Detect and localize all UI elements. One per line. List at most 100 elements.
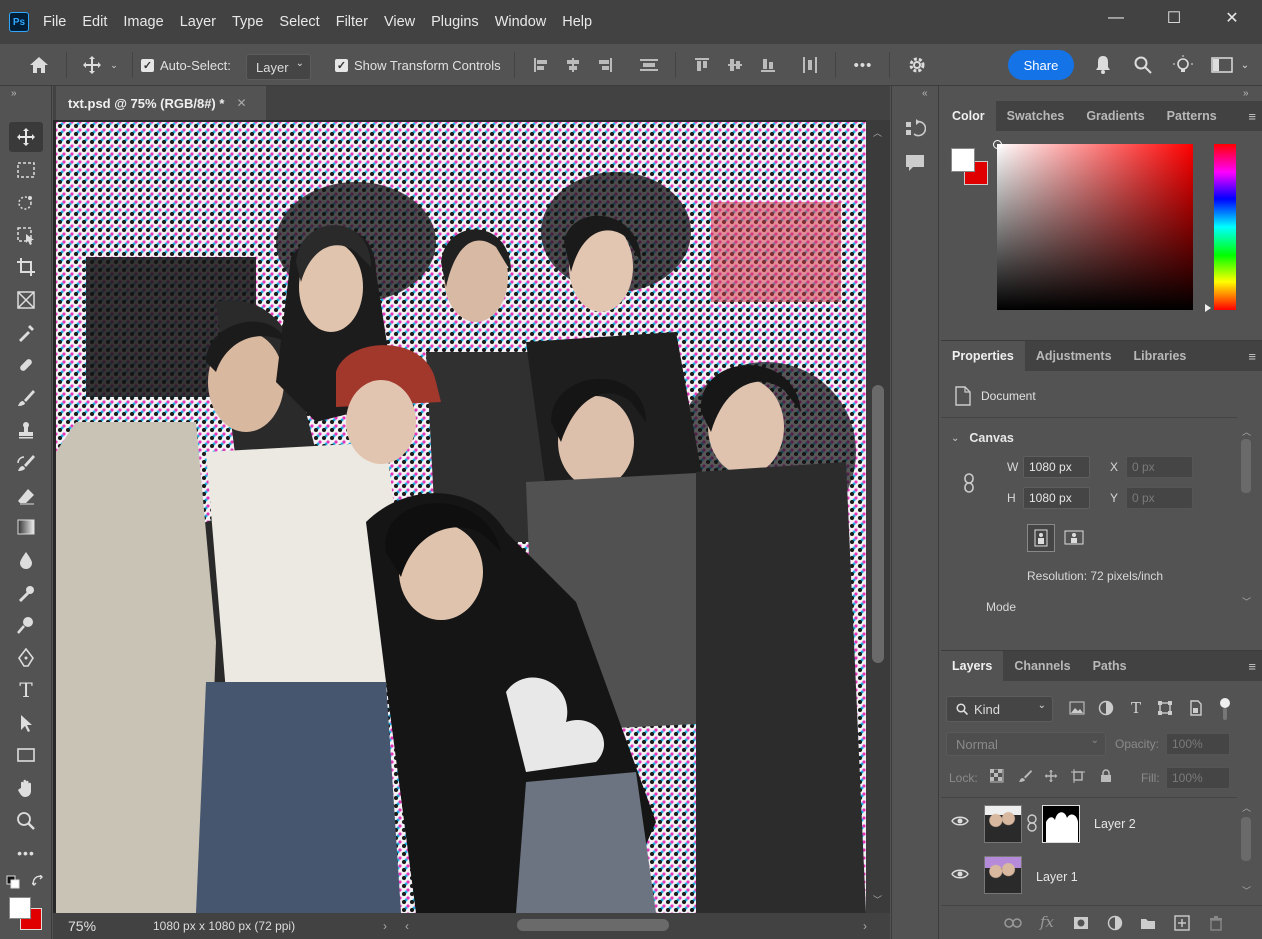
align-right-button[interactable]	[595, 55, 615, 75]
align-middle-button[interactable]	[725, 55, 745, 75]
filter-adjustment-button[interactable]	[1097, 699, 1115, 717]
new-group-button[interactable]	[1138, 914, 1158, 932]
eye-icon[interactable]	[951, 868, 969, 883]
align-center-button[interactable]	[563, 55, 583, 75]
horizontal-scroll-thumb[interactable]	[517, 919, 669, 931]
menu-select[interactable]: Select	[271, 0, 327, 44]
layer-filter-dropdown[interactable]: Kind ⌄	[946, 696, 1053, 722]
properties-scrollbar[interactable]: ︿ ﹀	[1237, 423, 1262, 613]
history-panel-button[interactable]	[904, 118, 927, 143]
tab-gradients[interactable]: Gradients	[1075, 101, 1155, 131]
frame-tool[interactable]	[9, 285, 43, 315]
crop-tool[interactable]	[9, 252, 43, 282]
new-layer-button[interactable]	[1172, 914, 1192, 932]
type-tool[interactable]: T	[9, 675, 43, 705]
align-left-button[interactable]	[531, 55, 551, 75]
pen-tool[interactable]	[9, 643, 43, 673]
dodge-burn-tool[interactable]	[9, 578, 43, 608]
dodge-tool[interactable]	[9, 610, 43, 640]
default-colors-controls[interactable]	[6, 875, 46, 893]
clone-stamp-tool[interactable]	[9, 415, 43, 445]
portrait-orientation-button[interactable]	[1027, 524, 1055, 552]
layer-thumbnail[interactable]	[984, 856, 1022, 894]
filter-type-button[interactable]: T	[1127, 699, 1145, 717]
filter-smart-object-button[interactable]	[1187, 699, 1205, 717]
healing-brush-tool[interactable]	[9, 350, 43, 380]
vertical-scroll-thumb[interactable]	[872, 385, 884, 663]
path-selection-tool[interactable]	[9, 708, 43, 738]
saturation-brightness-field[interactable]	[993, 140, 1193, 310]
foreground-color-swatch[interactable]	[9, 897, 31, 919]
menu-plugins[interactable]: Plugins	[423, 0, 487, 44]
filter-toggle-switch[interactable]	[1219, 696, 1231, 722]
layer-name[interactable]: Layer 1	[1036, 870, 1078, 884]
search-button[interactable]	[1132, 53, 1154, 77]
foreground-color-swatch[interactable]	[951, 148, 975, 172]
align-top-button[interactable]	[692, 55, 712, 75]
scroll-up-icon[interactable]: ︿	[1242, 425, 1251, 438]
tab-libraries[interactable]: Libraries	[1123, 341, 1198, 371]
canvas-height-input[interactable]: 1080 px	[1023, 487, 1090, 509]
auto-select-checkbox[interactable]: ✓ Auto-Select:	[141, 58, 231, 73]
panel-menu-icon[interactable]: ≡	[1248, 349, 1256, 364]
eye-icon[interactable]	[951, 815, 969, 830]
tab-properties[interactable]: Properties	[941, 341, 1025, 371]
maximize-button[interactable]: ☐	[1146, 0, 1202, 36]
menu-type[interactable]: Type	[224, 0, 271, 44]
add-mask-button[interactable]	[1071, 914, 1091, 932]
canvas-x-input[interactable]: 0 px	[1126, 456, 1193, 478]
home-button[interactable]	[24, 52, 54, 78]
color-swatches[interactable]	[9, 897, 43, 931]
menu-view[interactable]: View	[376, 0, 423, 44]
menu-layer[interactable]: Layer	[172, 0, 224, 44]
discover-button[interactable]	[1172, 53, 1194, 77]
close-button[interactable]: ✕	[1204, 0, 1260, 36]
collapse-panels-icon[interactable]: »	[1243, 88, 1249, 99]
tab-patterns[interactable]: Patterns	[1156, 101, 1228, 131]
lock-all-button[interactable]	[1098, 768, 1114, 784]
scroll-down-icon[interactable]: ﹀	[1242, 884, 1251, 897]
layer-name[interactable]: Layer 2	[1094, 817, 1136, 831]
tab-color[interactable]: Color	[941, 101, 996, 131]
hue-slider[interactable]	[1205, 144, 1236, 312]
move-tool-preset-button[interactable]: ⌄	[76, 52, 124, 78]
lock-position-button[interactable]	[1043, 768, 1059, 784]
gradient-tool[interactable]	[9, 512, 43, 542]
scroll-left-icon[interactable]: ‹	[405, 919, 409, 933]
hand-tool[interactable]	[9, 773, 43, 803]
document-image[interactable]	[56, 122, 866, 913]
canvas-width-input[interactable]: 1080 px	[1023, 456, 1090, 478]
menu-filter[interactable]: Filter	[328, 0, 376, 44]
link-layers-button[interactable]	[1003, 914, 1023, 932]
object-select-tool[interactable]	[9, 221, 43, 251]
blur-tool[interactable]	[9, 545, 43, 575]
filter-pixel-button[interactable]	[1068, 699, 1086, 717]
scroll-up-icon[interactable]: ︿	[873, 126, 882, 139]
blend-mode-dropdown[interactable]: Normal ⌄	[946, 732, 1106, 756]
layer-thumbnail[interactable]	[984, 805, 1022, 843]
minimize-button[interactable]: —	[1088, 0, 1144, 36]
layer-style-button[interactable]: fx	[1037, 913, 1057, 931]
scroll-down-icon[interactable]: ﹀	[1242, 595, 1251, 608]
zoom-level[interactable]: 75%	[53, 918, 113, 934]
layers-scrollbar[interactable]: ︿ ﹀	[1237, 799, 1262, 901]
scroll-up-icon[interactable]: ︿	[1242, 801, 1251, 814]
panel-fg-bg-swatches[interactable]	[951, 148, 989, 186]
collapse-toolbar-icon[interactable]: »	[11, 88, 17, 99]
history-brush-tool[interactable]	[9, 448, 43, 478]
tab-layers[interactable]: Layers	[941, 651, 1004, 681]
lock-pixels-button[interactable]	[1017, 768, 1033, 784]
lock-artboard-button[interactable]	[1070, 768, 1086, 784]
edit-toolbar-button[interactable]: •••	[9, 838, 43, 868]
scroll-thumb[interactable]	[1241, 817, 1251, 861]
settings-button[interactable]	[904, 53, 930, 77]
scroll-down-icon[interactable]: ﹀	[873, 893, 882, 906]
marquee-tool[interactable]	[9, 155, 43, 185]
fill-input[interactable]: 100%	[1166, 767, 1230, 789]
panel-menu-icon[interactable]: ≡	[1248, 659, 1256, 674]
move-tool[interactable]	[9, 122, 43, 152]
layer-mask-thumbnail[interactable]	[1042, 805, 1080, 843]
expand-dock-icon[interactable]: «	[922, 88, 928, 99]
comments-panel-button[interactable]	[904, 152, 926, 177]
layer-row[interactable]: Layer 1	[941, 850, 1237, 900]
